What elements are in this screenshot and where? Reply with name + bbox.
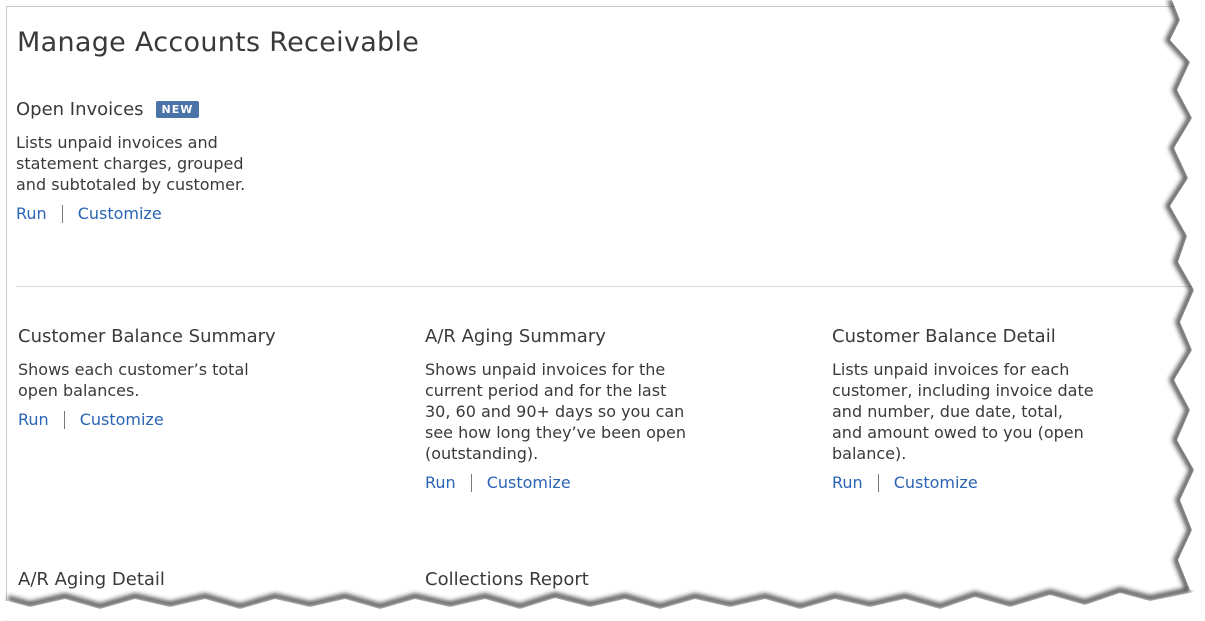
description-line: customer, including invoice date <box>832 381 1094 400</box>
report-actions: Run Customize <box>832 473 1192 492</box>
run-link[interactable]: Run <box>425 473 456 492</box>
page-title: Manage Accounts Receivable <box>17 27 420 58</box>
action-separator <box>470 473 472 492</box>
run-link[interactable]: Run <box>18 410 49 429</box>
description-line: Shows each customer’s total <box>18 360 249 379</box>
section-divider <box>16 286 1205 287</box>
description-line: and number, due date, total, <box>832 402 1063 421</box>
report-card-ar-aging-summary: A/R Aging Summary Shows unpaid invoices … <box>425 326 805 492</box>
report-description: Shows each customer’s total open balance… <box>18 359 398 401</box>
report-header: Collections Report <box>425 569 805 590</box>
report-title[interactable]: Open Invoices <box>16 99 144 120</box>
report-card-customer-balance-summary: Customer Balance Summary Shows each cust… <box>18 326 398 429</box>
report-title[interactable]: Collections Report <box>425 569 589 590</box>
report-title[interactable]: Customer Balance Detail <box>832 326 1056 347</box>
report-card-ar-aging-detail: A/R Aging Detail <box>18 569 398 590</box>
run-link[interactable]: Run <box>16 204 47 223</box>
report-description: Lists unpaid invoices for each customer,… <box>832 359 1192 464</box>
description-line: and amount owed to you (open <box>832 423 1084 442</box>
report-actions: Run Customize <box>425 473 805 492</box>
description-line: Lists unpaid invoices and <box>16 133 218 152</box>
description-line: current period and for the last <box>425 381 667 400</box>
report-header: A/R Aging Detail <box>18 569 398 590</box>
customize-link[interactable]: Customize <box>80 410 164 429</box>
report-header: Open Invoices NEW <box>16 99 346 120</box>
description-line: balance). <box>832 444 907 463</box>
description-line: open balances. <box>18 381 140 400</box>
report-actions: Run Customize <box>16 204 346 223</box>
action-separator <box>877 473 879 492</box>
description-line: statement charges, grouped <box>16 154 244 173</box>
customize-link[interactable]: Customize <box>894 473 978 492</box>
report-title[interactable]: A/R Aging Summary <box>425 326 606 347</box>
report-header: Customer Balance Detail <box>832 326 1192 347</box>
action-separator <box>61 204 63 223</box>
description-line: Shows unpaid invoices for the <box>425 360 666 379</box>
customize-link[interactable]: Customize <box>78 204 162 223</box>
description-line: (outstanding). <box>425 444 539 463</box>
description-line: see how long they’ve been open <box>425 423 687 442</box>
report-card-customer-balance-detail: Customer Balance Detail Lists unpaid inv… <box>832 326 1192 492</box>
report-title[interactable]: A/R Aging Detail <box>18 569 165 590</box>
customize-link[interactable]: Customize <box>487 473 571 492</box>
description-line: 30, 60 and 90+ days so you can <box>425 402 685 421</box>
report-actions: Run Customize <box>18 410 398 429</box>
report-card-open-invoices: Open Invoices NEW Lists unpaid invoices … <box>16 99 346 223</box>
report-title[interactable]: Customer Balance Summary <box>18 326 276 347</box>
report-description: Shows unpaid invoices for the current pe… <box>425 359 805 464</box>
new-badge: NEW <box>155 101 200 118</box>
run-link[interactable]: Run <box>832 473 863 492</box>
description-line: Lists unpaid invoices for each <box>832 360 1070 379</box>
report-header: A/R Aging Summary <box>425 326 805 347</box>
report-header: Customer Balance Summary <box>18 326 398 347</box>
report-description: Lists unpaid invoices and statement char… <box>16 132 346 195</box>
description-line: and subtotaled by customer. <box>16 175 246 194</box>
action-separator <box>63 410 65 429</box>
report-page: Manage Accounts Receivable Open Invoices… <box>6 6 1205 621</box>
report-card-collections-report: Collections Report <box>425 569 805 590</box>
